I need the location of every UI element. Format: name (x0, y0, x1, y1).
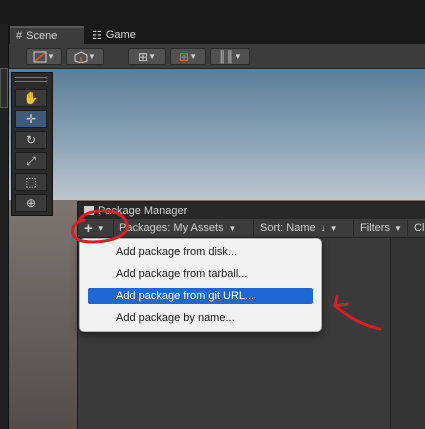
annotation-circle (71, 209, 129, 244)
annotation-layer (71, 209, 382, 331)
annotation-arrow (333, 295, 382, 331)
